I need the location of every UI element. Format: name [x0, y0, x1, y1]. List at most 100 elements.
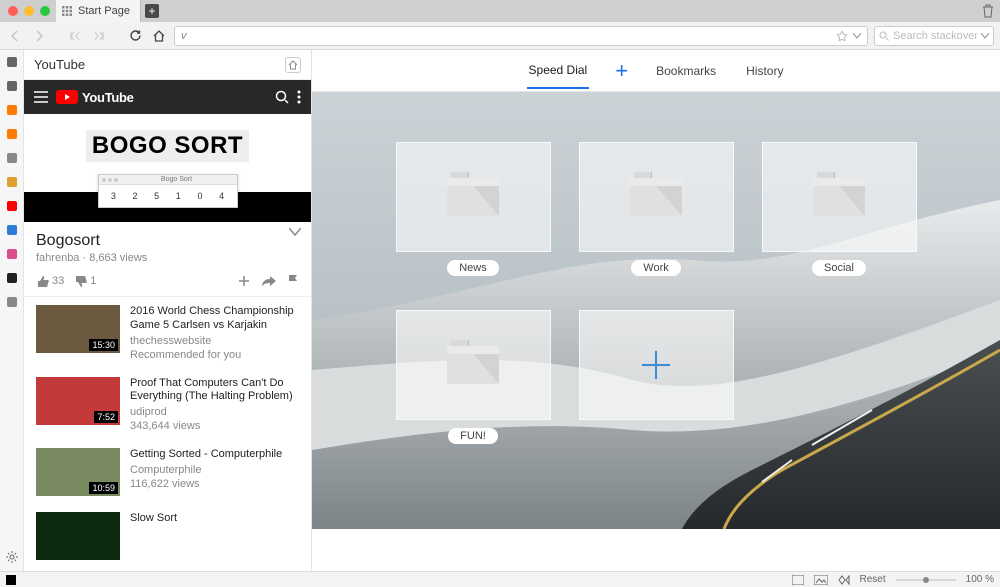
image-toggle-button[interactable] [814, 575, 828, 585]
search-box[interactable]: Search stackoverflow [874, 26, 994, 46]
bookmarks-icon[interactable] [4, 54, 20, 70]
tab-history[interactable]: History [744, 54, 785, 88]
like-button[interactable]: 33 [36, 275, 64, 288]
home-button[interactable] [150, 27, 168, 45]
panel-title: YouTube [34, 57, 85, 72]
thumbnail: 15:30 [36, 305, 120, 353]
thumbnail: 7:52 [36, 377, 120, 425]
slack-icon[interactable] [4, 246, 20, 262]
page-actions-button[interactable] [838, 575, 850, 585]
add-tile-button[interactable] [579, 310, 734, 420]
suggestion-channel: thechesswebsite [130, 335, 299, 347]
video-hero-window: Bogo Sort 325104 [98, 174, 238, 208]
suggestion-meta: 343,644 views [130, 420, 299, 432]
video-hero-title: BOGO SORT [86, 130, 249, 162]
suggestion-item[interactable]: 10:59 Getting Sorted - Computerphile Compu… [24, 440, 311, 504]
reload-button[interactable] [126, 27, 144, 45]
tile-label: Social [812, 260, 866, 276]
speed-dial-tile[interactable] [396, 310, 551, 420]
minimize-window[interactable] [24, 6, 34, 16]
suggestion-channel: Computerphile [130, 464, 282, 476]
speed-dial-icon [62, 6, 72, 16]
brush-icon[interactable] [4, 174, 20, 190]
search-placeholder: Search stackoverflow [893, 30, 977, 42]
new-tab-button[interactable]: + [141, 0, 163, 22]
suggestion-title: 2016 World Chess Championship Game 5 Car… [130, 305, 299, 333]
web-panel: YouTube YouTube BOGO SORT Bogo Sort 3251… [24, 50, 312, 571]
tile-label: Work [631, 260, 680, 276]
tile-label: FUN! [448, 428, 498, 444]
browser-tab[interactable]: Start Page [56, 0, 141, 22]
suggestion-channel: udiprod [130, 406, 299, 418]
search-icon [879, 31, 889, 41]
address-value: v [181, 30, 187, 42]
video-player[interactable]: BOGO SORT Bogo Sort 325104 [24, 114, 311, 222]
trello-icon[interactable] [4, 222, 20, 238]
more-icon[interactable] [297, 90, 301, 104]
panel-home-button[interactable] [285, 57, 301, 73]
share-button[interactable] [261, 275, 277, 288]
youtube-header: YouTube [24, 80, 311, 114]
video-views: 8,663 views [89, 252, 147, 264]
search-icon[interactable] [275, 90, 289, 104]
tab-title: Start Page [78, 5, 130, 17]
closed-tabs-button[interactable] [982, 0, 994, 22]
zoom-slider[interactable] [896, 576, 956, 584]
zoom-level: 100 % [966, 574, 994, 585]
suggestion-item[interactable]: 15:30 2016 World Chess Championship Game … [24, 297, 311, 369]
youtube-icon[interactable] [4, 198, 20, 214]
speed-dial-tile[interactable] [579, 142, 734, 252]
video-area: BOGO SORT Bogo Sort 325104 Bogosort fahr… [24, 114, 311, 296]
suggestion-item[interactable]: Slow Sort [24, 504, 311, 568]
bookmark-icon[interactable] [837, 31, 847, 41]
speed-dial-tabs: Speed Dial + Bookmarks History [312, 50, 1000, 92]
close-window[interactable] [8, 6, 18, 16]
toolbar: v Search stackoverflow [0, 22, 1000, 50]
rewind-button[interactable] [66, 27, 84, 45]
panel-rail [0, 50, 24, 571]
add-speed-dial-button[interactable]: + [615, 58, 628, 84]
hn-icon[interactable] [4, 102, 20, 118]
video-title: Bogosort [36, 232, 299, 250]
back-button[interactable] [6, 27, 24, 45]
tab-bookmarks[interactable]: Bookmarks [654, 54, 718, 88]
suggestion-meta: 116,622 views [130, 478, 282, 490]
flag-button[interactable] [287, 274, 299, 288]
speed-dial-tile[interactable] [762, 142, 917, 252]
settings-button[interactable] [4, 549, 20, 565]
address-bar[interactable]: v [174, 26, 868, 46]
forward-button[interactable] [30, 27, 48, 45]
add-to-button[interactable] [237, 274, 251, 288]
downloads-icon[interactable] [4, 78, 20, 94]
suggestion-title: Slow Sort [130, 512, 177, 526]
address-dropdown-icon[interactable] [853, 33, 861, 39]
tabstrip: Start Page + [0, 0, 1000, 22]
suggestion-title: Getting Sorted - Computerphile [130, 448, 282, 462]
video-channel[interactable]: fahrenba [36, 252, 79, 264]
reset-zoom-button[interactable]: Reset [860, 574, 886, 585]
suggestion-item[interactable]: 7:52Proof That Computers Can't Do Everyt… [24, 369, 311, 441]
dislike-button[interactable]: 1 [74, 275, 96, 288]
thumbnail [36, 512, 120, 560]
expand-button[interactable] [289, 228, 301, 236]
youtube-play-icon [56, 90, 78, 104]
tile-label: News [447, 260, 499, 276]
gear-orange-icon[interactable] [4, 126, 20, 142]
youtube-logo[interactable]: YouTube [56, 90, 134, 105]
suggestion-meta: Recommended for you [130, 349, 299, 361]
maximize-window[interactable] [40, 6, 50, 16]
tab-speed-dial[interactable]: Speed Dial [527, 53, 590, 89]
panel-toggle-button[interactable] [6, 575, 16, 585]
add-panel-icon[interactable] [4, 294, 20, 310]
github-icon[interactable] [4, 270, 20, 286]
thumbnail: 10:59 [36, 448, 120, 496]
status-bar: Reset 100 % [0, 571, 1000, 587]
search-panel-icon[interactable] [4, 150, 20, 166]
window-controls [6, 0, 56, 22]
search-dropdown-icon[interactable] [981, 33, 989, 39]
fast-forward-button[interactable] [90, 27, 108, 45]
speed-dial-tile[interactable] [396, 142, 551, 252]
menu-icon[interactable] [34, 91, 48, 103]
suggestion-list: 15:30 2016 World Chess Championship Game … [24, 296, 311, 568]
tiling-button[interactable] [792, 575, 804, 585]
